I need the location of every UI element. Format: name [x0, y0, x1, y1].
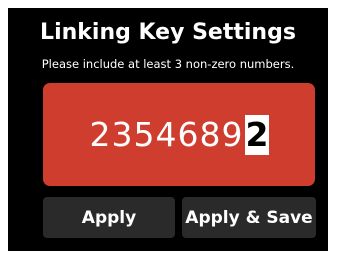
key-digit-6[interactable]: 8 — [199, 115, 221, 155]
linking-key-box: 2 3 5 4 6 8 9 2 — [43, 83, 315, 186]
key-digit-3[interactable]: 5 — [133, 115, 155, 155]
key-digit-7[interactable]: 9 — [221, 115, 243, 155]
apply-save-button[interactable]: Apply & Save — [182, 197, 316, 238]
key-digit-2[interactable]: 3 — [111, 115, 133, 155]
linking-key-digits: 2 3 5 4 6 8 9 2 — [43, 83, 315, 186]
apply-button[interactable]: Apply — [43, 197, 175, 238]
settings-screen: Linking Key Settings Please include at l… — [8, 8, 328, 251]
key-digit-1[interactable]: 2 — [89, 115, 111, 155]
key-digit-4[interactable]: 4 — [155, 115, 177, 155]
page-title: Linking Key Settings — [40, 20, 296, 45]
key-digit-5[interactable]: 6 — [177, 115, 199, 155]
key-digit-8[interactable]: 2 — [245, 114, 269, 155]
instruction-text: Please include at least 3 non-zero numbe… — [41, 57, 295, 71]
